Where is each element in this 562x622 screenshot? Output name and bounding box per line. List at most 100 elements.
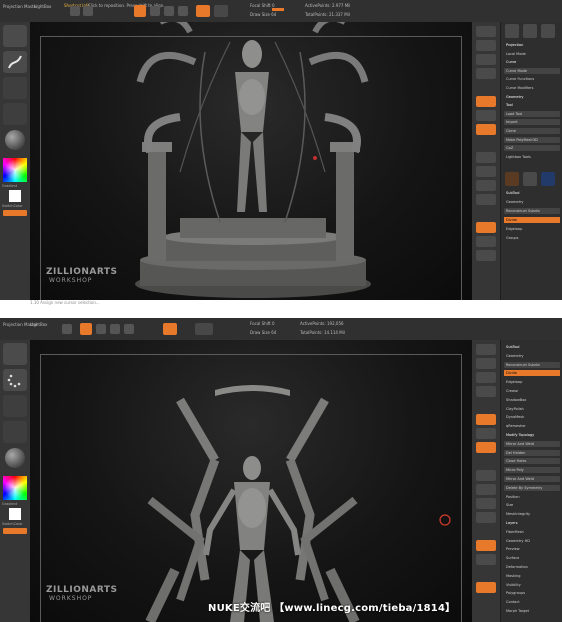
palette-item[interactable]: Tool: [504, 102, 560, 108]
bpr-button[interactable]: [476, 26, 496, 37]
palette-item[interactable]: Contact: [504, 599, 560, 605]
material-sphere-icon[interactable]: [5, 130, 25, 150]
viewport-canvas[interactable]: ZILLIONARTS WORKSHOP: [30, 340, 472, 622]
palette-item[interactable]: Reconstruct Subdiv: [504, 208, 560, 214]
alpha-button[interactable]: [3, 395, 27, 417]
edit-icon[interactable]: [70, 6, 80, 16]
brush-thumb[interactable]: [505, 24, 519, 38]
spix-button[interactable]: [476, 40, 496, 51]
palette-item[interactable]: Local Mode: [504, 51, 560, 57]
palette-item[interactable]: Morph Target: [504, 608, 560, 614]
move-view-button[interactable]: [476, 484, 496, 495]
bpr-button[interactable]: [476, 344, 496, 355]
palette-item[interactable]: FiberMesh: [504, 529, 560, 535]
help-thumb[interactable]: [541, 24, 555, 38]
scale-view-button[interactable]: [476, 498, 496, 509]
palette-item[interactable]: ShadowBox: [504, 397, 560, 403]
zadd-button[interactable]: [196, 5, 210, 17]
palette-item[interactable]: ClayPolish: [504, 406, 560, 412]
local-button[interactable]: [476, 124, 496, 135]
persp-button[interactable]: [476, 96, 496, 107]
focal-shift-slider[interactable]: Focal Shift 0: [250, 321, 275, 326]
draw-mode-button[interactable]: [134, 5, 146, 17]
persp-button[interactable]: [476, 414, 496, 425]
spix-button[interactable]: [476, 358, 496, 369]
palette-item[interactable]: DynaMesh: [504, 414, 560, 420]
sculpt-model-statue[interactable]: [30, 22, 472, 300]
move-icon[interactable]: [96, 324, 106, 334]
palette-item[interactable]: Import: [504, 119, 560, 126]
main-color-swatch[interactable]: [9, 508, 21, 520]
zoom-button[interactable]: [476, 68, 496, 79]
palette-item[interactable]: Geometry: [504, 353, 560, 359]
palette-item[interactable]: Projection: [504, 42, 560, 48]
palette-item[interactable]: Geometry: [504, 94, 560, 100]
subtool-thumb-2[interactable]: [523, 172, 537, 186]
frame-button[interactable]: [476, 152, 496, 163]
viewport-canvas[interactable]: ZILLIONARTS WORKSHOP: [30, 22, 472, 300]
alternate-button[interactable]: [3, 210, 27, 216]
palette-item[interactable]: Size: [504, 502, 560, 508]
palette-item[interactable]: Delete By Symmetry: [504, 484, 560, 491]
polyf-button[interactable]: [476, 540, 496, 551]
draw-mode-button[interactable]: [80, 323, 92, 335]
palette-item[interactable]: Load Tool: [504, 110, 560, 117]
texture-button[interactable]: [3, 421, 27, 443]
palette-item[interactable]: Clone: [504, 128, 560, 134]
rotate-view-button[interactable]: [476, 512, 496, 523]
zadd-button[interactable]: [163, 323, 177, 335]
palette-item[interactable]: Surface: [504, 555, 560, 561]
palette-item[interactable]: Geometry: [504, 199, 560, 205]
palette-item[interactable]: Masking: [504, 573, 560, 579]
palette-item[interactable]: Curve Mode: [504, 67, 560, 74]
palette-item[interactable]: Edgeloop: [504, 226, 560, 232]
palette-item[interactable]: Make PolyMesh3D: [504, 136, 560, 143]
scale-icon[interactable]: [164, 6, 174, 16]
palette-item[interactable]: MeshIntegrity: [504, 511, 560, 517]
palette-item[interactable]: Del Hidden: [504, 449, 560, 456]
texture-button[interactable]: [3, 103, 27, 125]
material-sphere-icon[interactable]: [5, 448, 25, 468]
palette-item[interactable]: Divide: [504, 217, 560, 223]
palette-item[interactable]: Crease: [504, 388, 560, 394]
solo-button[interactable]: [476, 250, 496, 261]
color-picker[interactable]: [3, 158, 27, 182]
palette-item[interactable]: SubTool: [504, 190, 560, 196]
palette-item[interactable]: Mirror And Weld: [504, 440, 560, 447]
palette-item[interactable]: Layers: [504, 520, 560, 526]
scroll-button[interactable]: [476, 54, 496, 65]
rgb-intensity-button[interactable]: [195, 323, 213, 335]
draw-size-slider[interactable]: Draw Size 64: [250, 330, 276, 335]
lightbox-button[interactable]: LightBox: [34, 4, 51, 9]
palette-item[interactable]: Groups: [504, 235, 560, 241]
rotate-icon[interactable]: [124, 324, 134, 334]
draw-icon[interactable]: [83, 6, 93, 16]
palette-item[interactable]: Preview: [504, 546, 560, 552]
scale-view-button[interactable]: [476, 180, 496, 191]
transp-button[interactable]: [476, 554, 496, 565]
brush-standard-button[interactable]: [3, 343, 27, 365]
polyf-button[interactable]: [476, 222, 496, 233]
transp-button[interactable]: [476, 236, 496, 247]
projection-master-button[interactable]: Projection Master: [3, 4, 38, 9]
stroke-thumb[interactable]: [523, 24, 537, 38]
floor-button[interactable]: [476, 110, 496, 121]
palette-item[interactable]: Curve Functions: [504, 76, 560, 82]
subtool-thumb-1[interactable]: [505, 172, 519, 186]
floor-button[interactable]: [476, 428, 496, 439]
subtool-thumb-3[interactable]: [541, 172, 555, 186]
move-view-button[interactable]: [476, 166, 496, 177]
palette-item[interactable]: GoZ: [504, 145, 560, 152]
palette-item[interactable]: Close Holes: [504, 458, 560, 465]
palette-item[interactable]: Lightbox Tools: [504, 154, 560, 160]
move-icon[interactable]: [150, 6, 160, 16]
palette-item[interactable]: Micro Poly: [504, 467, 560, 474]
palette-item[interactable]: Divide: [504, 370, 560, 377]
stroke-dots-button[interactable]: [3, 369, 27, 391]
solo-button[interactable]: [476, 582, 496, 593]
local-button[interactable]: [476, 442, 496, 453]
palette-item[interactable]: Edgeloop: [504, 379, 560, 385]
palette-item[interactable]: Geometry HD: [504, 538, 560, 544]
stroke-dots-button[interactable]: [3, 51, 27, 73]
main-color-swatch[interactable]: [9, 190, 21, 202]
